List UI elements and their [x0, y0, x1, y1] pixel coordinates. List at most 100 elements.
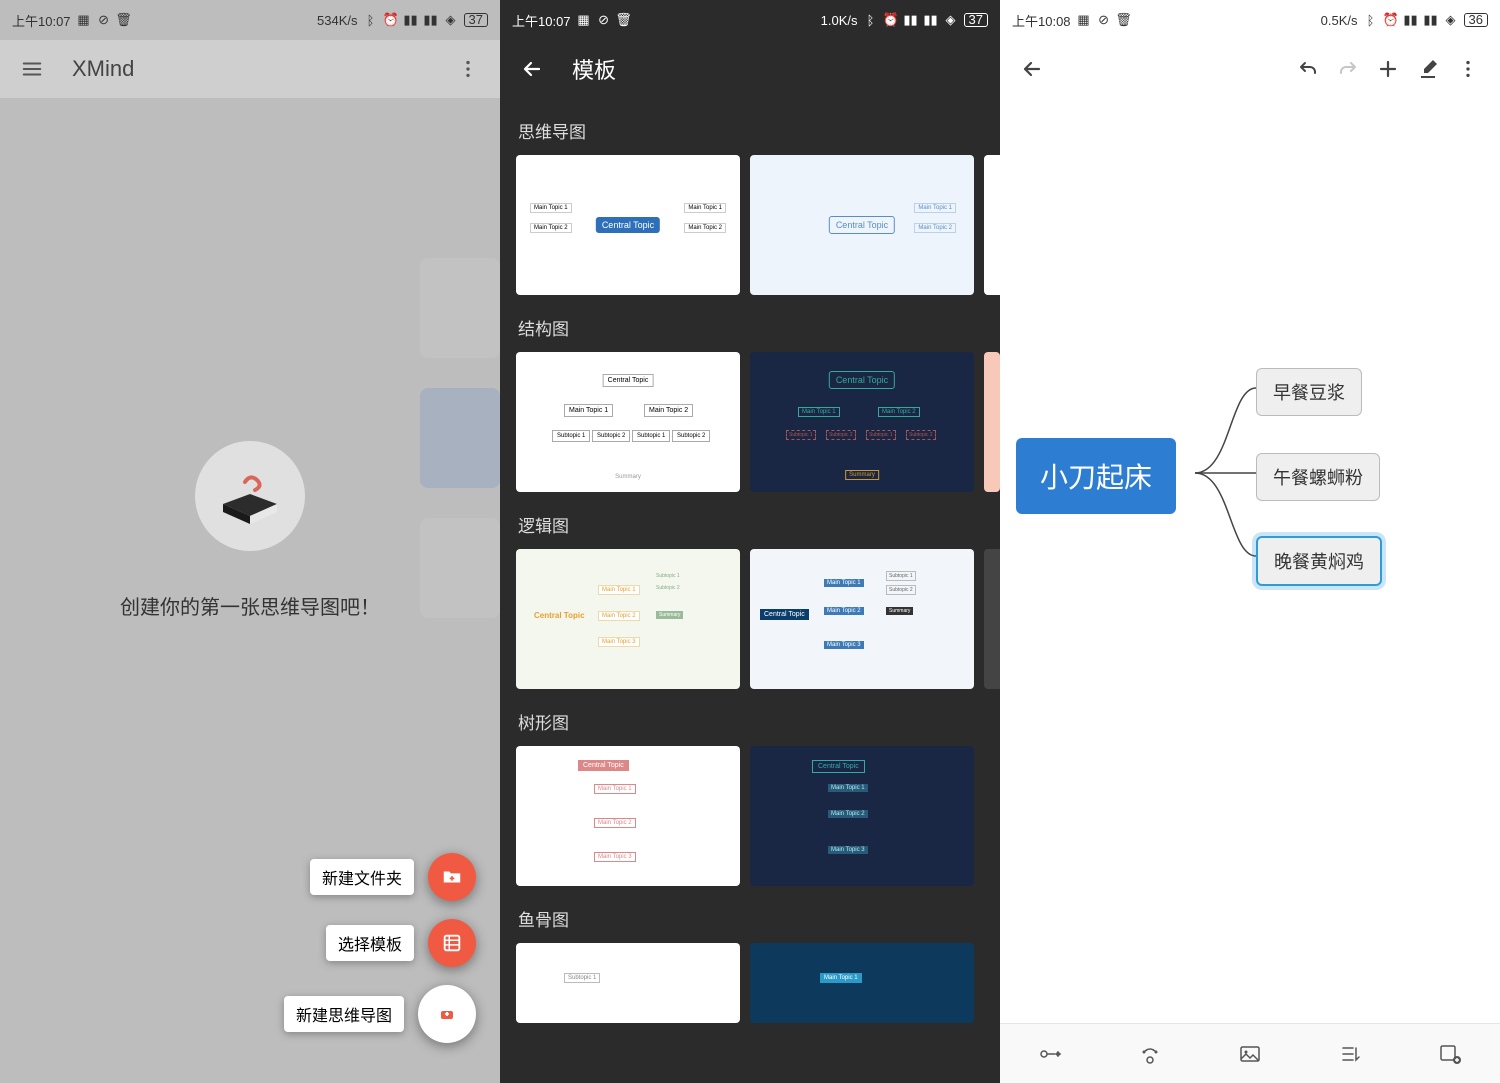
summary-label: Summary — [845, 470, 879, 480]
node-label: Subtopic 2 — [592, 430, 630, 442]
mindmap-child-node[interactable]: 早餐豆浆 — [1256, 368, 1362, 416]
status-bar: 上午10:07 ▦ ⊘ 🗑 534K/s ᛒ ⏰ ▮▮ ▮▮ ◈ 37 — [0, 0, 500, 40]
wifi-icon: ◈ — [1444, 13, 1458, 27]
template-logic-1[interactable]: Central Topic Main Topic 1 Main Topic 2 … — [516, 549, 740, 689]
screen-home: 上午10:07 ▦ ⊘ 🗑 534K/s ᛒ ⏰ ▮▮ ▮▮ ◈ 37 XMin… — [0, 0, 500, 1083]
template-tree-1[interactable]: Central Topic Main Topic 1 Main Topic 2 … — [516, 746, 740, 886]
mindmap-child-node-selected[interactable]: 晚餐黄焖鸡 — [1256, 536, 1382, 586]
node-label: Main Topic 2 — [598, 611, 640, 621]
node-label: Subtopic 1 — [552, 430, 590, 442]
template-logic-3-peek[interactable] — [984, 549, 1000, 689]
template-logic-2[interactable]: Central Topic Main Topic 1 Main Topic 2 … — [750, 549, 974, 689]
template-mindmap-3-peek[interactable] — [984, 155, 1000, 295]
central-topic-label: Central Topic — [578, 760, 629, 771]
back-button[interactable] — [512, 49, 552, 89]
menu-button[interactable] — [12, 49, 52, 89]
template-tree-2[interactable]: Central Topic Main Topic 1 Main Topic 2 … — [750, 746, 974, 886]
alarm-icon: ⏰ — [384, 13, 398, 27]
node-label: Subtopic 1 — [866, 430, 896, 440]
bluetooth-icon: ᛒ — [1364, 13, 1378, 27]
node-label: Subtopic 1 — [886, 571, 916, 581]
node-label: Main Topic 3 — [598, 637, 640, 647]
node-label: Main Topic 1 — [530, 203, 572, 213]
more-button[interactable] — [448, 49, 488, 89]
alarm-icon: ⏰ — [1384, 13, 1398, 27]
app-title: XMind — [72, 56, 134, 82]
dnd-icon: ⊘ — [597, 13, 611, 27]
signal-icon: ▮▮ — [904, 13, 918, 27]
screen-editor: 上午10:08 ▦ ⊘ 🗑 0.5K/s ᛒ ⏰ ▮▮ ▮▮ ◈ 36 — [1000, 0, 1500, 1083]
signal-icon-2: ▮▮ — [1424, 13, 1438, 27]
fab-label-new-mindmap: 新建思维导图 — [284, 996, 404, 1032]
section-title-org: 结构图 — [518, 315, 984, 340]
network-speed: 1.0K/s — [821, 13, 858, 28]
notification-icon: ▦ — [577, 13, 591, 27]
node-label: Main Topic 1 — [684, 203, 726, 213]
template-org-3-peek[interactable] — [984, 352, 1000, 492]
empty-message: 创建你的第一张思维导图吧！ — [120, 591, 380, 620]
editor-toolbar — [1000, 40, 1500, 98]
format-button[interactable] — [1408, 49, 1448, 89]
signal-icon-2: ▮▮ — [424, 13, 438, 27]
node-label: Main Topic 2 — [530, 223, 572, 233]
alarm-icon: ⏰ — [884, 13, 898, 27]
battery-indicator: 37 — [964, 13, 988, 27]
signal-icon: ▮▮ — [1404, 13, 1418, 27]
more-button[interactable] — [1448, 49, 1488, 89]
battery-indicator: 37 — [464, 13, 488, 27]
fab-label-choose-template: 选择模板 — [326, 925, 414, 961]
insert-image-button[interactable] — [1230, 1034, 1270, 1074]
node-label: Subtopic 1 — [632, 430, 670, 442]
fab-new-mindmap[interactable] — [418, 985, 476, 1043]
node-label: Subtopic 2 — [826, 430, 856, 440]
template-mindmap-2[interactable]: Central Topic Main Topic 1 Main Topic 2 — [750, 155, 974, 295]
central-topic-label: Central Topic — [760, 609, 809, 620]
template-fishbone-2[interactable]: Main Topic 1 — [750, 943, 974, 1023]
node-label: Main Topic 2 — [644, 404, 693, 417]
node-label: Main Topic 1 — [828, 784, 868, 792]
mindmap-child-node[interactable]: 午餐螺蛳粉 — [1256, 453, 1380, 501]
trash-icon: 🗑 — [1117, 13, 1131, 27]
section-title-tree: 树形图 — [518, 709, 984, 734]
node-label: Subtopic 2 — [886, 585, 916, 595]
fab-choose-template[interactable] — [428, 919, 476, 967]
network-speed: 534K/s — [317, 13, 357, 28]
bluetooth-icon: ᛒ — [364, 13, 378, 27]
fab-menu: 新建文件夹 选择模板 新建思维导图 — [284, 853, 476, 1043]
back-button[interactable] — [1012, 49, 1052, 89]
bluetooth-icon: ᛒ — [864, 13, 878, 27]
redo-button[interactable] — [1328, 49, 1368, 89]
central-topic-label: Central Topic — [596, 217, 660, 233]
node-label: Main Topic 2 — [914, 223, 956, 233]
status-bar: 上午10:08 ▦ ⊘ 🗑 0.5K/s ᛒ ⏰ ▮▮ ▮▮ ◈ 36 — [1000, 0, 1500, 40]
outline-button[interactable] — [1330, 1034, 1370, 1074]
fab-new-folder[interactable] — [428, 853, 476, 901]
central-topic-label: Central Topic — [829, 371, 895, 389]
node-label: Main Topic 2 — [828, 810, 868, 818]
node-label: Main Topic 1 — [820, 973, 862, 983]
signal-icon: ▮▮ — [404, 13, 418, 27]
summary-label: Summary — [886, 607, 913, 615]
mindmap-canvas[interactable]: 小刀起床 早餐豆浆 午餐螺蛳粉 晚餐黄焖鸡 — [1000, 98, 1500, 1023]
template-org-1[interactable]: Central Topic Main Topic 1 Main Topic 2 … — [516, 352, 740, 492]
node-label: Main Topic 3 — [828, 846, 868, 854]
add-button[interactable] — [1368, 49, 1408, 89]
add-sibling-button[interactable] — [1130, 1034, 1170, 1074]
node-label: Subtopic 2 — [656, 585, 680, 591]
template-list[interactable]: 思维导图 Central Topic Main Topic 1 Main Top… — [500, 98, 1000, 1083]
wifi-icon: ◈ — [944, 13, 958, 27]
network-speed: 0.5K/s — [1321, 13, 1358, 28]
status-time: 上午10:08 — [1012, 11, 1071, 30]
template-mindmap-1[interactable]: Central Topic Main Topic 1 Main Topic 2 … — [516, 155, 740, 295]
template-fishbone-1[interactable]: Subtopic 1 — [516, 943, 740, 1023]
node-label: Main Topic 3 — [824, 641, 864, 649]
add-attachment-button[interactable] — [1430, 1034, 1470, 1074]
add-subtopic-button[interactable] — [1030, 1034, 1070, 1074]
section-title-fishbone: 鱼骨图 — [518, 906, 984, 931]
template-org-2[interactable]: Central Topic Main Topic 1 Main Topic 2 … — [750, 352, 974, 492]
undo-button[interactable] — [1288, 49, 1328, 89]
app-bar: 模板 — [500, 40, 1000, 98]
mindmap-root-node[interactable]: 小刀起床 — [1016, 438, 1176, 514]
central-topic-label: Central Topic — [603, 374, 654, 387]
wifi-icon: ◈ — [444, 13, 458, 27]
